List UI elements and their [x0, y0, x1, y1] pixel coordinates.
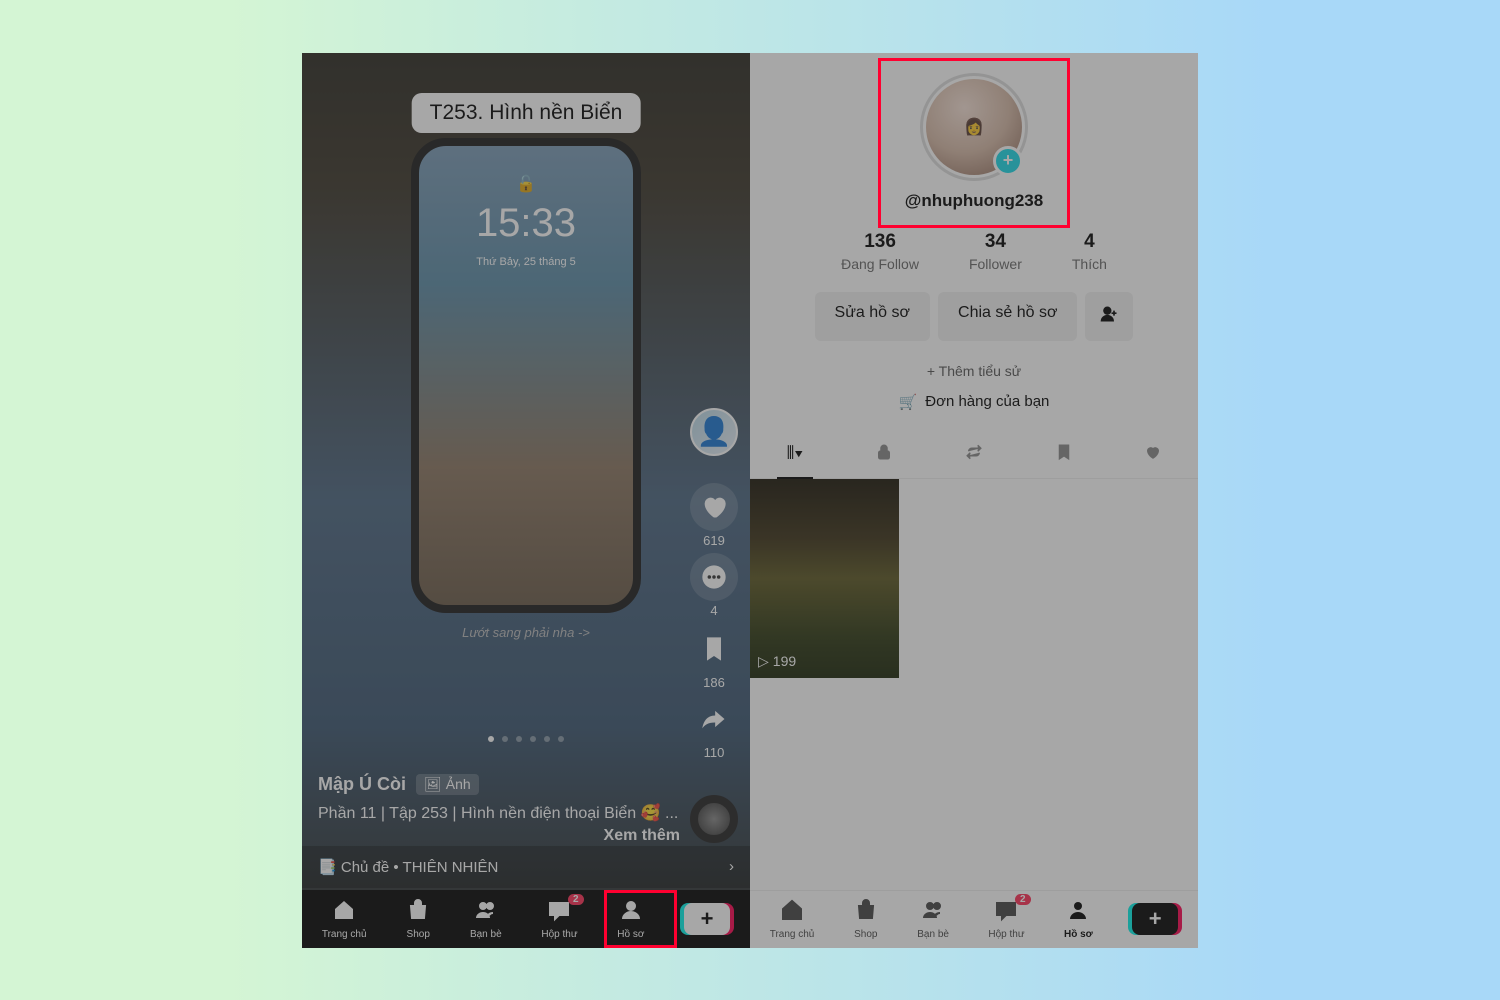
- phone-time: 15:33: [419, 201, 633, 246]
- phone-date: Thứ Bảy, 25 tháng 5: [419, 256, 633, 268]
- nav-friends[interactable]: Bạn bè: [470, 898, 502, 940]
- friends-icon: [921, 898, 945, 927]
- video-title: T253. Hình nền Biển: [412, 93, 641, 133]
- nav-profile[interactable]: Hồ sơ: [617, 898, 644, 940]
- friends-icon: [474, 898, 498, 927]
- stat-likes[interactable]: 4Thích: [1072, 231, 1107, 272]
- share-count: 110: [704, 745, 725, 760]
- edit-profile-button[interactable]: Sửa hồ sơ: [815, 292, 930, 341]
- tab-liked[interactable]: [1108, 431, 1198, 478]
- nav-inbox[interactable]: 2Hộp thư: [541, 898, 577, 940]
- add-story-icon[interactable]: +: [993, 146, 1023, 176]
- shop-icon: [854, 898, 878, 927]
- profile-avatar[interactable]: 👩 +: [920, 73, 1028, 181]
- creator-avatar[interactable]: 👤: [690, 408, 738, 456]
- nav-friends[interactable]: Bạn bè: [917, 898, 949, 940]
- tab-posts[interactable]: ⦀▾: [750, 431, 840, 478]
- nav-profile[interactable]: Hồ sơ: [1064, 898, 1093, 940]
- comment-button[interactable]: [690, 553, 738, 601]
- nav-home[interactable]: Trang chủ: [322, 898, 367, 940]
- swipe-hint: Lướt sang phải nha ->: [302, 625, 750, 640]
- caption-area: Mập Ú Còi 🖼 Ảnh Phần 11 | Tập 253 | Hình…: [318, 774, 680, 848]
- image-badge: 🖼 Ảnh: [416, 774, 479, 795]
- nav-home[interactable]: Trang chủ: [770, 898, 815, 940]
- stats-row: 136Đang Follow 34Follower 4Thích: [750, 231, 1198, 272]
- bottom-nav: Trang chủ Shop Bạn bè 2Hộp thư Hồ sơ +: [750, 890, 1198, 948]
- see-more[interactable]: Xem thêm: [604, 825, 680, 847]
- content-tabs: ⦀▾: [750, 431, 1198, 479]
- posts-grid: ▷ 199: [750, 479, 1198, 678]
- caption-text: Phần 11 | Tập 253 | Hình nền điện thoại …: [318, 805, 678, 822]
- home-icon: [332, 898, 356, 927]
- profile-icon: [619, 898, 643, 927]
- tab-private[interactable]: [840, 431, 930, 478]
- add-bio-button[interactable]: + Thêm tiểu sử: [917, 359, 1031, 383]
- profile-screen: 👩 + @nhuphuong238 136Đang Follow 34Follo…: [750, 53, 1198, 948]
- share-profile-button[interactable]: Chia sẻ hồ sơ: [938, 292, 1077, 341]
- save-count: 186: [703, 675, 725, 690]
- inbox-badge: 2: [568, 894, 584, 905]
- orders-link[interactable]: 🛒Đơn hàng của bạn: [750, 393, 1198, 411]
- comment-count: 4: [710, 603, 717, 618]
- post-thumbnail[interactable]: ▷ 199: [750, 479, 899, 678]
- add-friend-button[interactable]: [1085, 292, 1133, 341]
- inbox-badge: 2: [1015, 894, 1031, 905]
- shop-icon: [406, 898, 430, 927]
- chevron-right-icon: ›: [729, 858, 734, 875]
- create-button[interactable]: +: [684, 903, 730, 935]
- tab-saved[interactable]: [1019, 431, 1109, 478]
- lock-icon: 🔓: [419, 174, 633, 194]
- cart-icon: 🛒: [899, 393, 918, 411]
- stat-following[interactable]: 136Đang Follow: [841, 231, 919, 272]
- share-button[interactable]: [690, 695, 738, 743]
- save-button[interactable]: [690, 625, 738, 673]
- creator-name[interactable]: Mập Ú Còi: [318, 774, 406, 795]
- nav-shop[interactable]: Shop: [854, 898, 878, 940]
- feed-screen: T253. Hình nền Biển 🔓 15:33 Thứ Bảy, 25 …: [302, 53, 750, 948]
- sound-disc[interactable]: [690, 795, 738, 843]
- nav-inbox[interactable]: 2Hộp thư: [988, 898, 1024, 940]
- nav-shop[interactable]: Shop: [406, 898, 430, 940]
- play-count: ▷ 199: [758, 653, 796, 670]
- bottom-nav: Trang chủ Shop Bạn bè 2Hộp thư Hồ sơ +: [302, 890, 750, 948]
- phone-mockup: 🔓 15:33 Thứ Bảy, 25 tháng 5: [411, 138, 641, 613]
- like-button[interactable]: [690, 483, 738, 531]
- topic-bar[interactable]: 📑 Chủ đề • THIÊN NHIÊN ›: [302, 846, 750, 888]
- username[interactable]: @nhuphuong238: [750, 191, 1198, 211]
- stat-followers[interactable]: 34Follower: [969, 231, 1022, 272]
- carousel-dots: [488, 736, 564, 742]
- profile-icon: [1066, 898, 1090, 927]
- home-icon: [780, 898, 804, 927]
- create-button[interactable]: +: [1132, 903, 1178, 935]
- tab-reposts[interactable]: [929, 431, 1019, 478]
- like-count: 619: [703, 533, 725, 548]
